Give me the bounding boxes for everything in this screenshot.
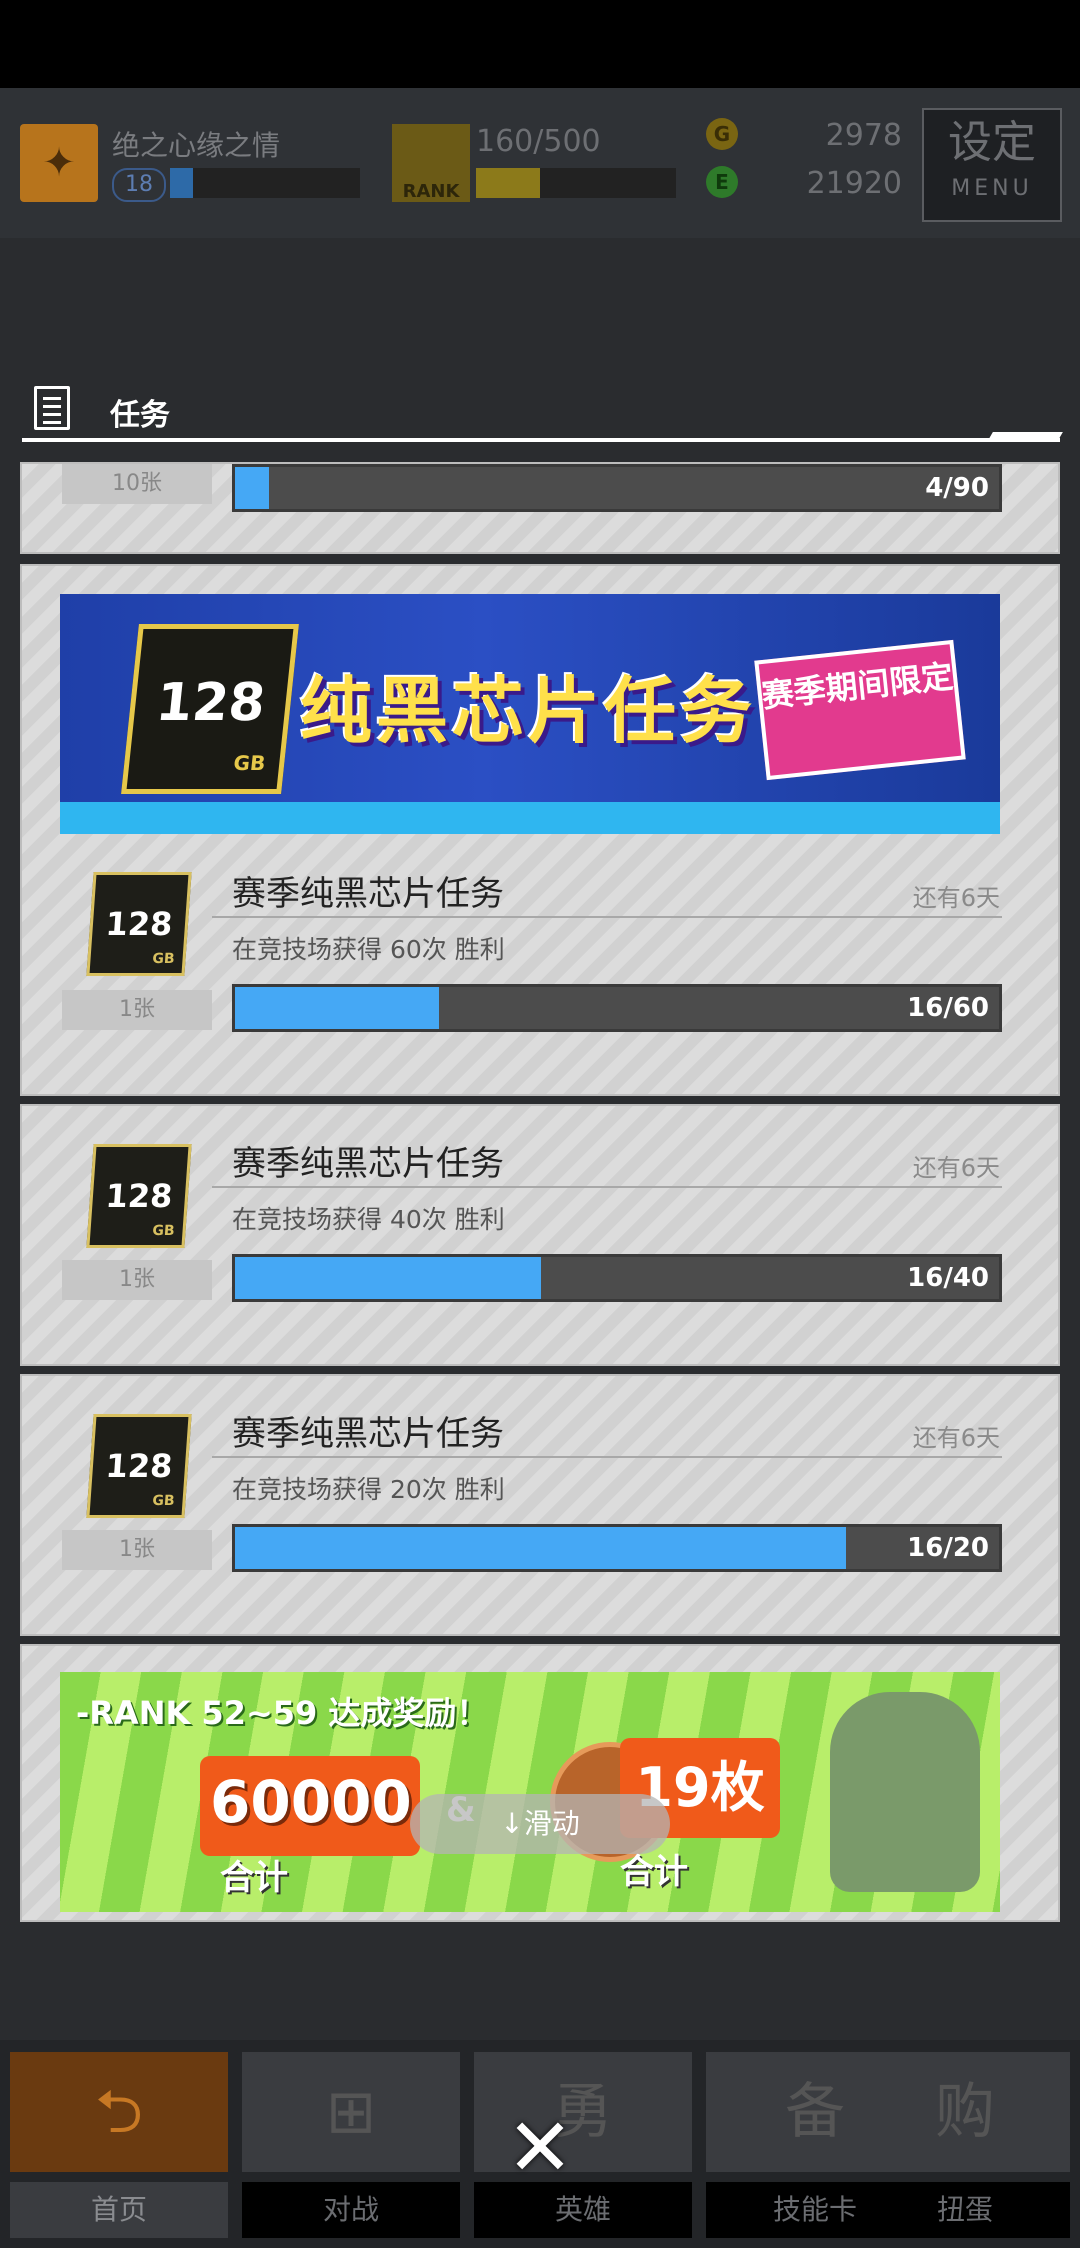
xp-bar (170, 168, 360, 198)
close-button[interactable]: ✕ (500, 2108, 580, 2188)
chip-capacity: 128 (104, 1447, 174, 1485)
mission-progress-bar: 16/20 (232, 1524, 1002, 1572)
progress-text: 16/20 (907, 1533, 989, 1563)
progress-fill (235, 467, 269, 509)
player-level-badge: 18 (112, 168, 166, 202)
black-chip-mission-banner: 128 GB 纯黑芯片任务 赛季期间限定 (60, 594, 1000, 834)
status-bar (0, 0, 1080, 88)
nav-home[interactable]: ⮌ 首页 (10, 2052, 228, 2242)
mission-divider (212, 916, 1002, 918)
rank-icon: RANK (392, 124, 470, 202)
menu-button-label: 设定 (948, 117, 1036, 168)
chip-unit: GB (151, 951, 176, 967)
mission-remaining: 还有6天 (912, 1424, 1000, 1452)
banner-strip (60, 802, 1000, 834)
rank-bar-fill (476, 168, 540, 198)
mission-divider (212, 1186, 1002, 1188)
mission-description: 在竞技场获得 20次 胜利 (232, 1475, 505, 1504)
energy-coin-value: 21920 (806, 166, 902, 201)
section-divider-accent (987, 432, 1063, 442)
mission-title: 赛季纯黑芯片任务 (232, 1414, 504, 1454)
banner-chip-unit: GB (232, 751, 267, 775)
black-chip-icon: 128 GB (86, 1144, 192, 1248)
player-avatar[interactable]: ✦ (20, 124, 98, 202)
rank-reward-banner[interactable]: -RANK 52~59 达成奖励！ 60000 合计 & 19枚 合计 (60, 1672, 1000, 1912)
reward-total-label: 合计 (220, 1858, 288, 1898)
mission-progress-bar: 16/40 (232, 1254, 1002, 1302)
mission-description: 在竞技场获得 60次 胜利 (232, 935, 505, 964)
progress-fill (235, 987, 439, 1029)
menu-button[interactable]: 设定 MENU (922, 108, 1062, 222)
home-icon: ⮌ (10, 2052, 228, 2172)
progress-fill (235, 1527, 847, 1569)
section-header: 任务 (0, 376, 1080, 446)
mission-title: 赛季纯黑芯片任务 (232, 874, 504, 914)
black-chip-icon: 128 GB (86, 872, 192, 976)
character-illustration (830, 1692, 980, 1892)
reward-quantity: 10张 (62, 464, 212, 504)
menu-button-sublabel: MENU (951, 176, 1033, 201)
mission-progress-bar: 16/60 (232, 984, 1002, 1032)
progress-fill (235, 1257, 541, 1299)
reward-quantity: 1张 (62, 990, 212, 1030)
progress-text: 16/40 (907, 1263, 989, 1293)
mission-title: 赛季纯黑芯片任务 (232, 1144, 504, 1184)
section-title: 任务 (110, 398, 170, 433)
gamepad-icon: ⊞ (242, 2052, 460, 2172)
scroll-hint: ↓滑动 (410, 1794, 670, 1854)
banner-chip-capacity: 128 (153, 673, 269, 733)
progress-text: 16/60 (907, 993, 989, 1023)
black-chip-big-icon: 128 GB (121, 624, 299, 794)
chip-unit: GB (151, 1223, 176, 1239)
mission-card-partial[interactable]: 10张 4/90 (20, 462, 1060, 554)
chip-capacity: 128 (104, 905, 174, 943)
mission-progress-bar: 4/90 (232, 464, 1002, 512)
mission-card[interactable]: 128 GB 1张 赛季纯黑芯片任务 还有6天 在竞技场获得 20次 胜利 16… (20, 1374, 1060, 1636)
nav-battle[interactable]: ⊞ 对战 (242, 2052, 460, 2242)
gacha-icon: 购 (860, 2052, 1070, 2172)
season-limited-tag: 赛季期间限定 (754, 639, 966, 781)
nav-label: 扭蛋 (860, 2182, 1070, 2238)
mission-card[interactable]: 128 GB 1张 赛季纯黑芯片任务 还有6天 在竞技场获得 40次 胜利 16… (20, 1104, 1060, 1366)
rank-bar (476, 168, 676, 198)
reward-quantity: 1张 (62, 1530, 212, 1570)
rank-progress-text: 160/500 (476, 124, 601, 159)
progress-text: 4/90 (925, 473, 989, 503)
top-bar: ✦ 绝之心缘之情 18 RANK 160/500 G 2978 E 21920 … (0, 88, 1080, 238)
nav-label: 对战 (242, 2182, 460, 2238)
chip-unit: GB (151, 1493, 176, 1509)
reward-amount: 60000 (210, 1768, 412, 1836)
banner-title: 纯黑芯片任务 (300, 669, 757, 753)
document-icon (34, 386, 70, 430)
mission-remaining: 还有6天 (912, 884, 1000, 912)
gold-coin-value: 2978 (825, 118, 902, 153)
section-divider (22, 438, 1060, 442)
nav-label: 首页 (10, 2182, 228, 2238)
mission-remaining: 还有6天 (912, 1154, 1000, 1182)
nav-gacha[interactable]: 购 扭蛋 (860, 2052, 1070, 2242)
rank-reward-heading: -RANK 52~59 达成奖励！ (76, 1694, 489, 1732)
mission-description: 在竞技场获得 40次 胜利 (232, 1205, 505, 1234)
black-chip-icon: 128 GB (86, 1414, 192, 1518)
gold-coin-icon: G (706, 118, 738, 150)
player-name: 绝之心缘之情 (112, 129, 281, 162)
mission-divider (212, 1456, 1002, 1458)
energy-coin-icon: E (706, 166, 738, 198)
reward-quantity: 1张 (62, 1260, 212, 1300)
xp-bar-fill (170, 168, 193, 198)
chip-capacity: 128 (104, 1177, 174, 1215)
